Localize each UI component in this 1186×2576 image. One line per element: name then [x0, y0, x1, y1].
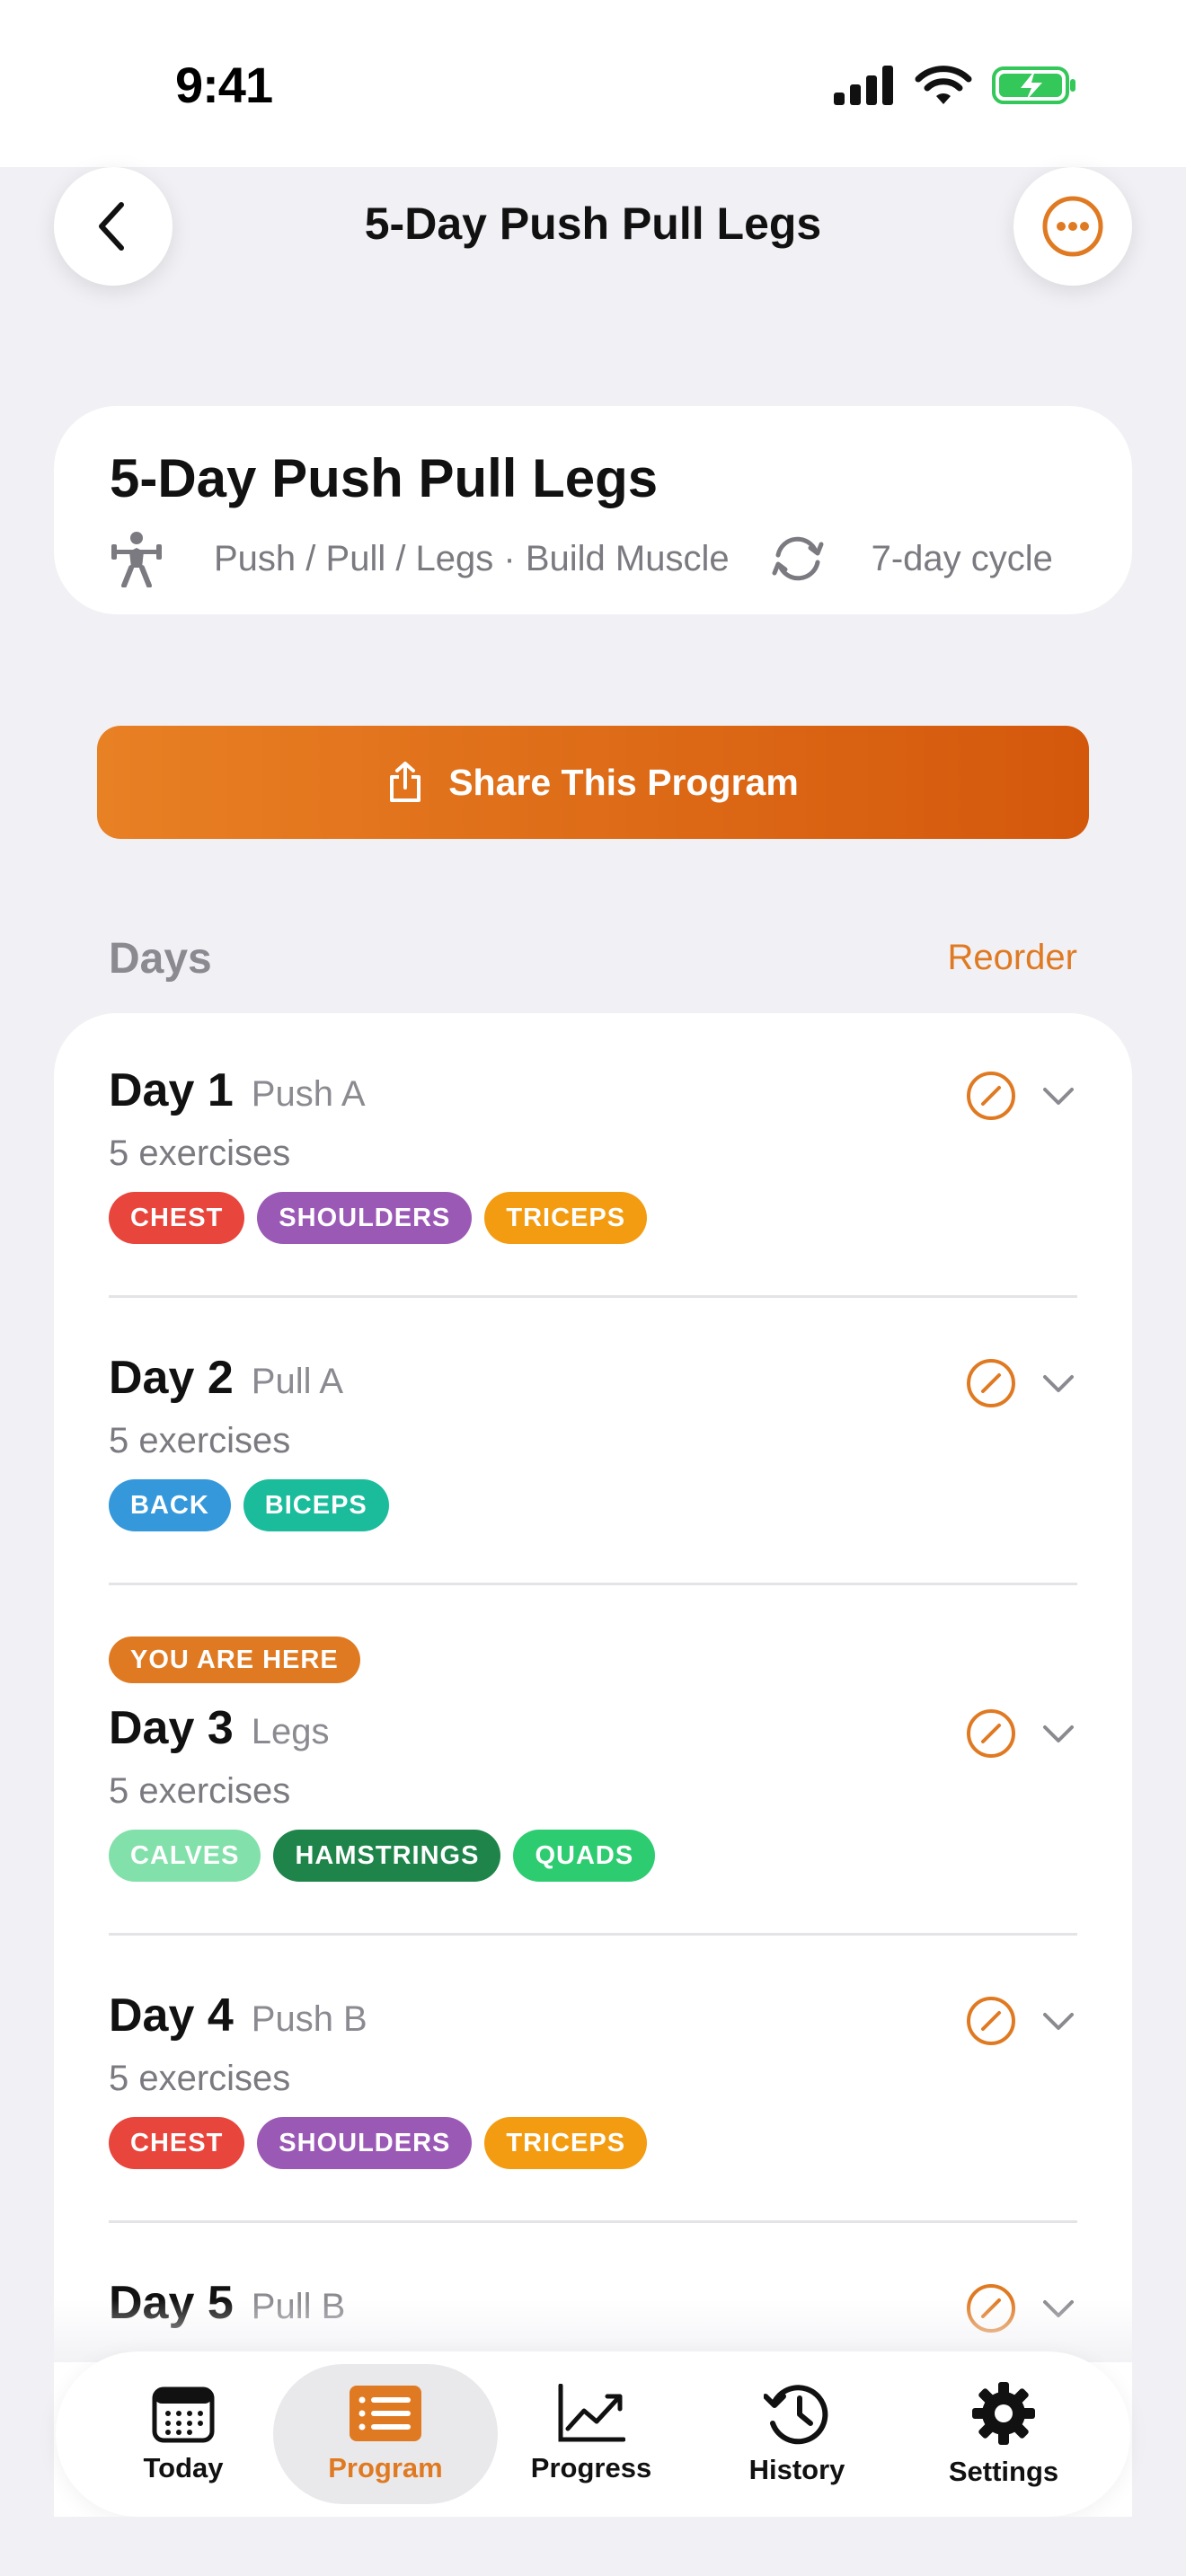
chevron-down-icon[interactable]	[1040, 1364, 1077, 1402]
share-button-label: Share This Program	[448, 761, 799, 803]
clock-history-icon	[764, 2385, 828, 2445]
list-icon	[350, 2386, 421, 2441]
status-bar: 9:41	[0, 0, 1186, 167]
battery-charging-icon	[992, 66, 1075, 104]
day-name: Push B	[251, 1999, 367, 2039]
program-cycle: 7-day cycle	[871, 538, 1053, 578]
tab-label: History	[748, 2454, 845, 2485]
status-time: 9:41	[175, 57, 273, 113]
edit-icon[interactable]	[966, 1996, 1016, 2046]
divider	[109, 2220, 1077, 2223]
current-day-badge: YOU ARE HERE	[109, 1636, 360, 1683]
signal-icon	[834, 66, 893, 105]
day-number: Day 4	[109, 1989, 234, 2042]
share-icon	[390, 762, 421, 802]
tab-label: Settings	[948, 2456, 1059, 2487]
muscle-tag: BICEPS	[243, 1479, 389, 1531]
day-name: Legs	[251, 1712, 330, 1751]
program-category: Push / Pull / Legs · Build Muscle	[214, 538, 730, 578]
more-button[interactable]	[1013, 167, 1132, 286]
weightlifter-icon	[111, 532, 162, 587]
muscle-tags: CALVES HAMSTRINGS QUADS	[109, 1830, 1077, 1882]
program-title: 5-Day Push Pull Legs	[110, 448, 659, 508]
chart-icon	[558, 2384, 625, 2442]
tab-bar: Today Program Progress History Settings	[56, 2351, 1130, 2517]
chevron-down-icon[interactable]	[1040, 1715, 1077, 1752]
muscle-tags: CHEST SHOULDERS TRICEPS	[109, 2117, 1077, 2169]
tab-today[interactable]: Today	[71, 2364, 296, 2504]
muscle-tag: SHOULDERS	[257, 1192, 473, 1244]
day-name: Pull A	[251, 1362, 344, 1401]
divider	[109, 1933, 1077, 1936]
day-row-actions	[966, 1708, 1077, 1759]
home-indicator-area	[0, 2517, 1186, 2576]
cycle-icon	[772, 536, 824, 581]
exercise-count: 5 exercises	[109, 1421, 291, 1460]
muscle-tag: CHEST	[109, 2117, 245, 2169]
nav-title: 5-Day Push Pull Legs	[364, 198, 822, 249]
edit-icon[interactable]	[966, 1708, 1016, 1759]
divider	[109, 1583, 1077, 1585]
divider	[109, 1295, 1077, 1298]
program-header-card: 5-Day Push Pull Legs Push / Pull / Legs …	[54, 406, 1132, 614]
chevron-down-icon[interactable]	[1040, 2002, 1077, 2040]
muscle-tag: CALVES	[109, 1830, 261, 1882]
day-row-3[interactable]: Day 3 Legs 5 exercises CALVES HAMSTRINGS…	[109, 1701, 1077, 1882]
edit-icon[interactable]	[966, 1358, 1016, 1408]
days-section-title: Days	[109, 935, 212, 983]
muscle-tag: TRICEPS	[484, 1192, 648, 1244]
day-row-4[interactable]: Day 4 Push B 5 exercises CHEST SHOULDERS…	[109, 1989, 1077, 2169]
muscle-tags: BACK BICEPS	[109, 1479, 1077, 1531]
muscle-tags: CHEST SHOULDERS TRICEPS	[109, 1192, 1077, 1244]
tab-label: Progress	[530, 2452, 652, 2483]
muscle-tag: SHOULDERS	[257, 2117, 473, 2169]
day-row-actions	[966, 1071, 1077, 1121]
edit-icon[interactable]	[966, 1071, 1016, 1121]
calendar-icon	[152, 2386, 215, 2443]
status-icons	[834, 65, 1078, 106]
exercise-count: 5 exercises	[109, 2059, 291, 2098]
tab-history[interactable]: History	[685, 2364, 909, 2504]
day-row-2[interactable]: Day 2 Pull A 5 exercises BACK BICEPS	[109, 1351, 1077, 1531]
chevron-down-icon[interactable]	[1040, 1077, 1077, 1115]
tab-label: Program	[328, 2452, 443, 2483]
tab-settings[interactable]: Settings	[891, 2364, 1116, 2504]
day-number: Day 1	[109, 1064, 234, 1116]
tab-progress[interactable]: Progress	[479, 2364, 704, 2504]
day-name: Push A	[251, 1074, 366, 1114]
exercise-count: 5 exercises	[109, 1134, 291, 1173]
day-row-actions	[966, 1996, 1077, 2046]
reorder-button[interactable]: Reorder	[947, 938, 1077, 978]
gear-icon	[972, 2382, 1035, 2445]
program-meta: Push / Pull / Legs · Build Muscle 7-day …	[110, 523, 1053, 595]
ellipsis-circle-icon	[1042, 196, 1103, 257]
muscle-tag: TRICEPS	[484, 2117, 648, 2169]
muscle-tag: CHEST	[109, 1192, 245, 1244]
muscle-tag: HAMSTRINGS	[273, 1830, 501, 1882]
tab-program[interactable]: Program	[273, 2364, 498, 2504]
day-row-1[interactable]: Day 1 Push A 5 exercises CHEST SHOULDERS…	[109, 1063, 1077, 1244]
exercise-count: 5 exercises	[109, 1771, 291, 1811]
day-number: Day 2	[109, 1352, 234, 1404]
day-row-actions	[966, 1358, 1077, 1408]
muscle-tag: QUADS	[513, 1830, 656, 1882]
day-number: Day 3	[109, 1702, 234, 1754]
tab-label: Today	[143, 2452, 224, 2483]
wifi-icon	[915, 66, 972, 104]
share-program-button[interactable]: Share This Program	[97, 726, 1089, 839]
muscle-tag: BACK	[109, 1479, 231, 1531]
